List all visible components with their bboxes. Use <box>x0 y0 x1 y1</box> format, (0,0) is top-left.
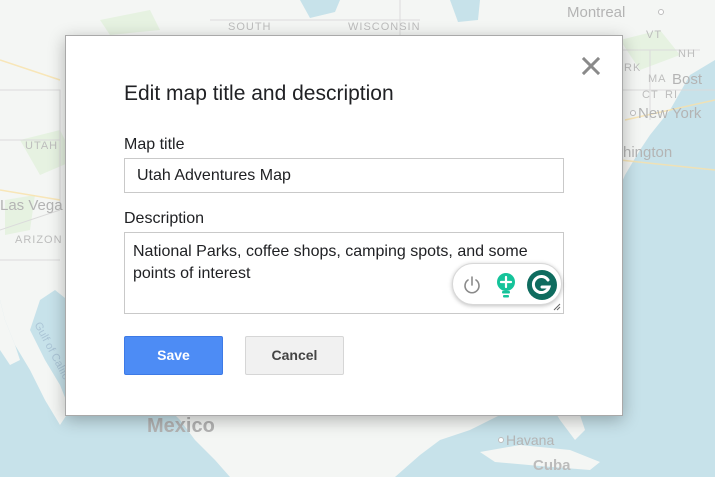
cancel-button[interactable]: Cancel <box>245 336 344 375</box>
dialog-title: Edit map title and description <box>124 82 394 105</box>
close-icon-glyph <box>581 56 601 76</box>
save-button[interactable]: Save <box>124 336 223 375</box>
grammarly-g-icon[interactable] <box>527 270 557 300</box>
lightbulb-icon[interactable] <box>495 272 517 298</box>
map-title-label: Map title <box>124 136 185 153</box>
description-label: Description <box>124 210 205 227</box>
resize-handle-icon[interactable] <box>553 303 561 311</box>
power-icon[interactable] <box>461 274 483 296</box>
map-title-input[interactable] <box>124 158 564 193</box>
grammarly-widget <box>452 263 562 305</box>
close-icon[interactable] <box>581 56 601 78</box>
edit-map-dialog: Edit map title and description Map title… <box>65 35 623 416</box>
